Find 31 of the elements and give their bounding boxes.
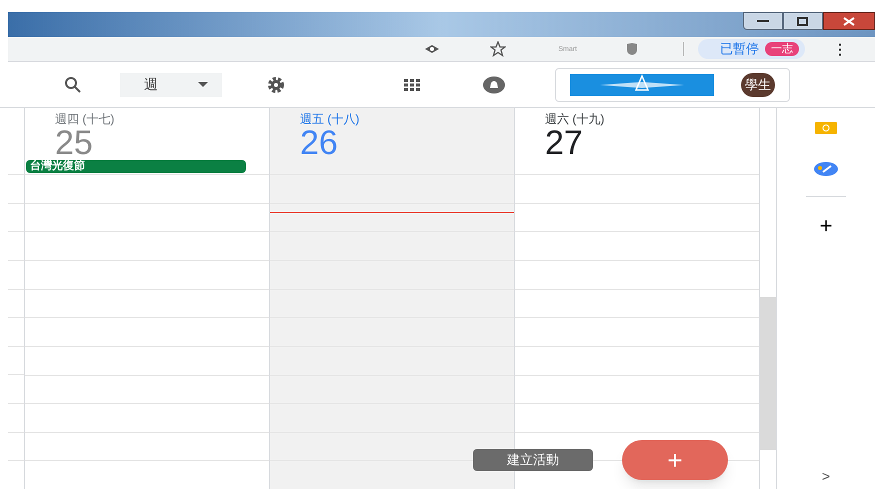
note-icon[interactable] — [815, 122, 837, 134]
settings-icon[interactable] — [266, 74, 286, 94]
minimize-icon — [757, 19, 769, 23]
close-button[interactable] — [823, 12, 875, 30]
apps-grid-icon[interactable] — [404, 78, 420, 90]
scrollbar-thumb[interactable] — [760, 297, 776, 450]
weekday-label: 週五 (十八) — [300, 112, 360, 126]
profile-badge: 一志 — [765, 42, 799, 56]
expand-button[interactable]: > — [822, 466, 830, 487]
school-logo[interactable] — [570, 74, 714, 96]
profile-button[interactable]: 已暫停 一志 — [698, 39, 805, 59]
user-avatar[interactable]: 學生 — [741, 72, 775, 96]
all-day-event[interactable]: 台灣光復節 — [26, 160, 246, 173]
task-check-icon[interactable] — [814, 162, 838, 176]
close-icon — [843, 16, 855, 26]
minimize-button[interactable] — [743, 12, 783, 30]
date-number[interactable]: 27 — [545, 126, 759, 160]
star-icon[interactable] — [490, 41, 506, 57]
view-dropdown[interactable]: 週 — [120, 72, 222, 96]
restore-icon — [797, 16, 809, 26]
add-button[interactable]: + — [820, 215, 832, 237]
bell-icon[interactable] — [483, 76, 505, 94]
tooltip: 建立活動 — [473, 449, 593, 471]
search-icon[interactable] — [64, 76, 82, 94]
weekday-label: 週六 (十九) — [545, 112, 606, 126]
menu-button[interactable]: ⋮ — [833, 38, 847, 60]
shield-icon[interactable] — [625, 42, 639, 56]
caret-icon — [198, 82, 208, 87]
weekday-label: 週四 (十七) — [55, 112, 116, 126]
eye-icon[interactable] — [424, 44, 440, 54]
maximize-button[interactable] — [783, 12, 823, 30]
